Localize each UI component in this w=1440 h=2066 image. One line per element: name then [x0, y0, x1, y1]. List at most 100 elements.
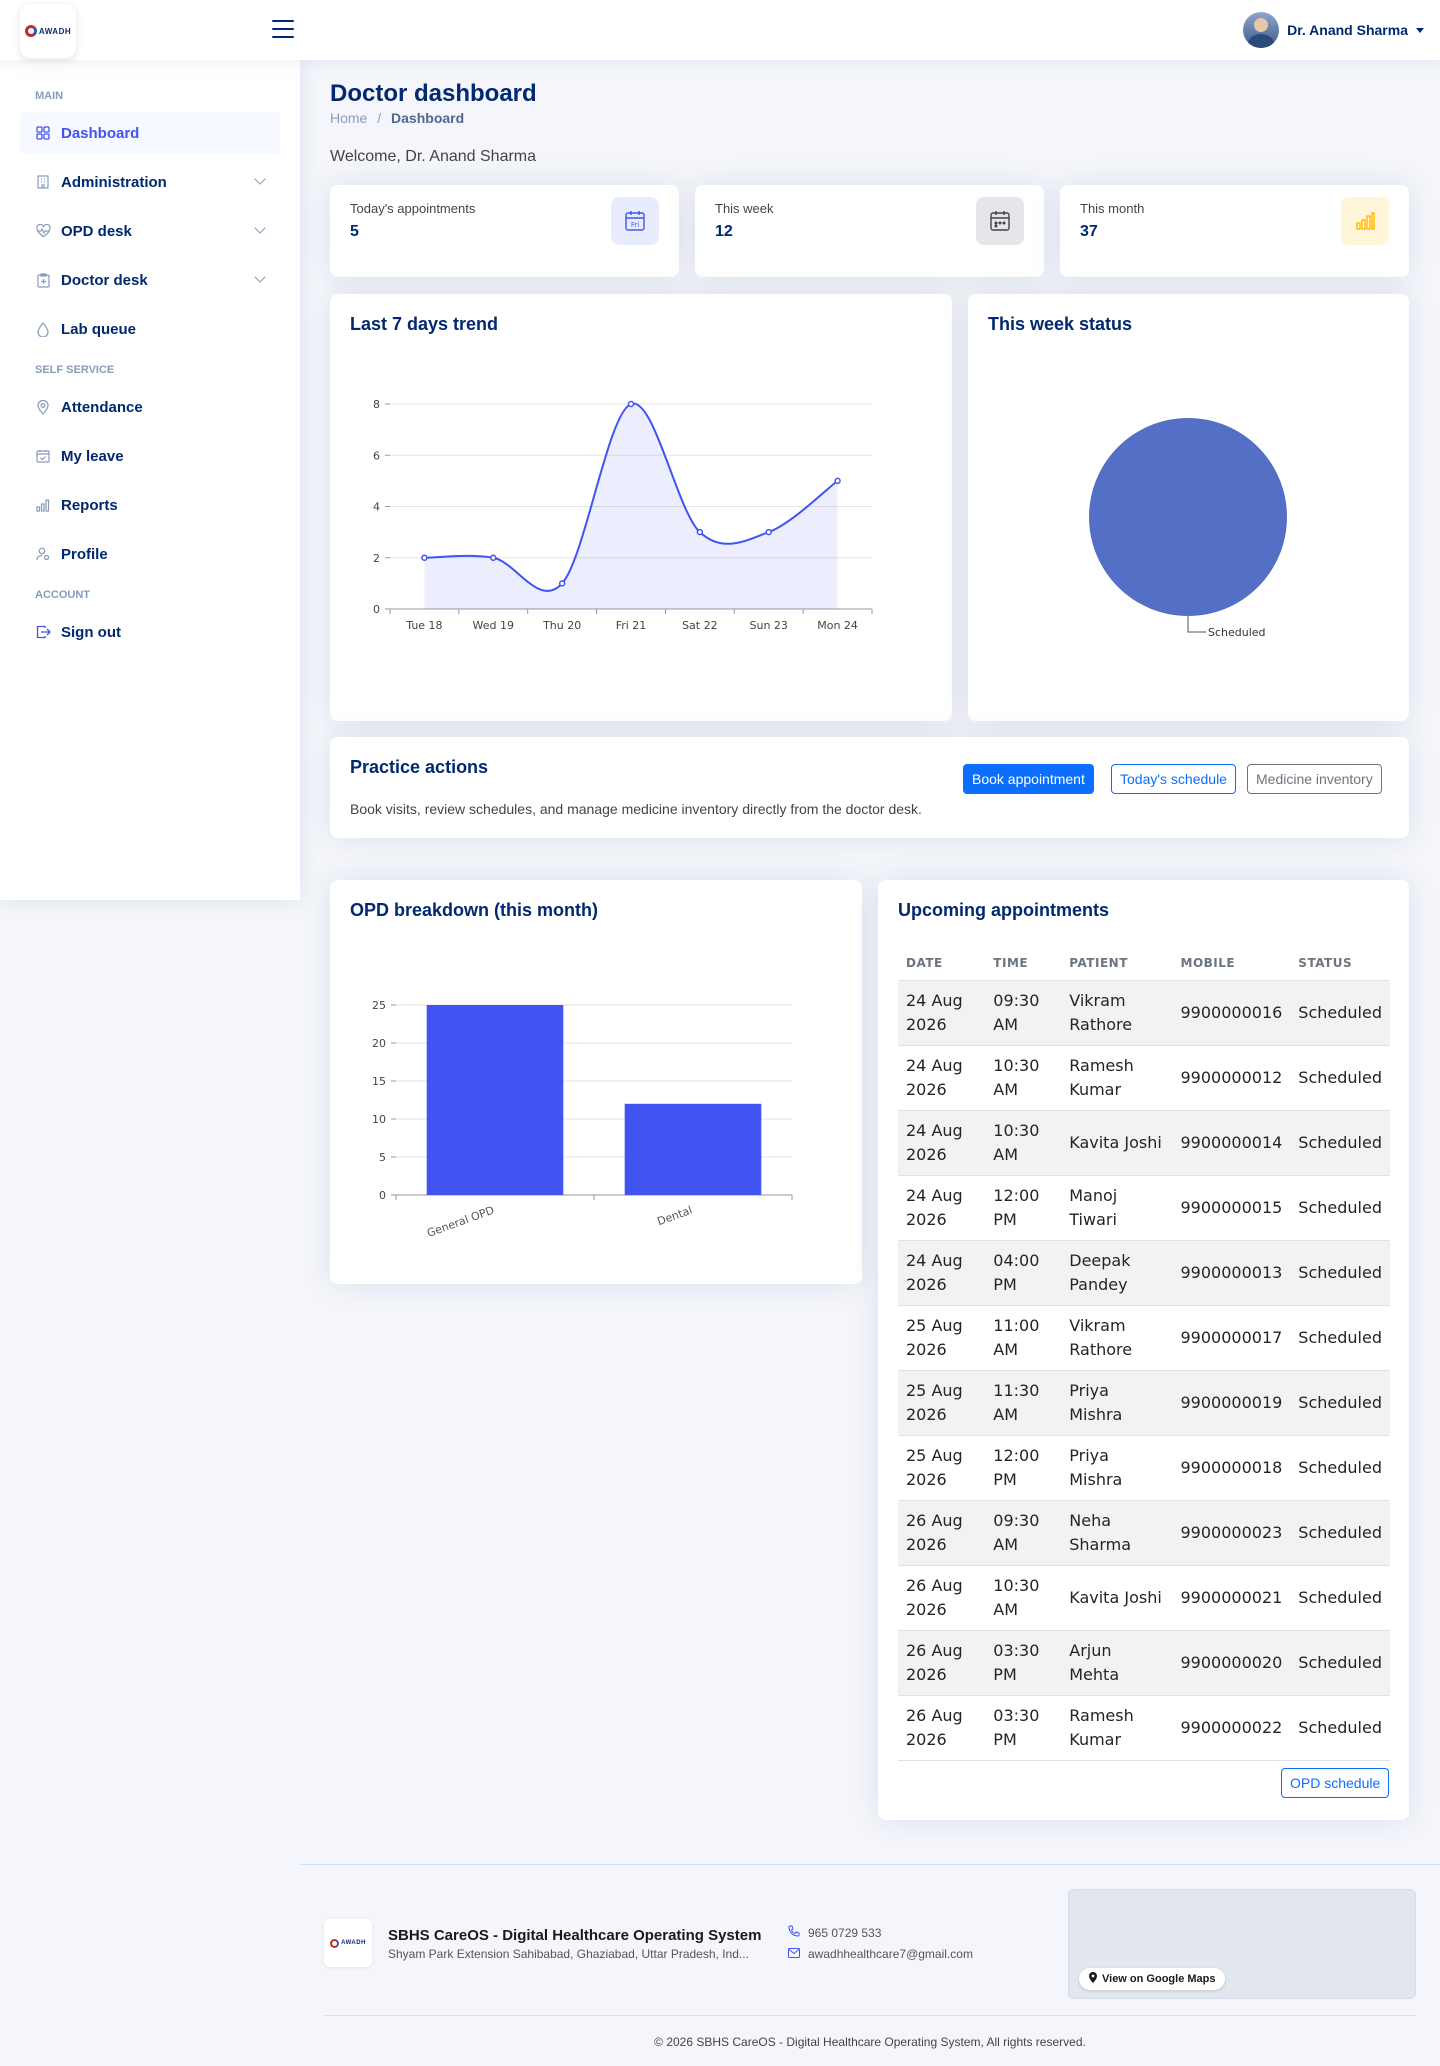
- map-pin-icon: [1089, 1972, 1097, 1986]
- table-cell: Scheduled: [1290, 1435, 1390, 1501]
- clipboard-icon: [35, 272, 51, 288]
- stat-label: This week: [715, 201, 774, 216]
- trend-point: [558, 580, 566, 587]
- footer-phone[interactable]: 965 0729 533: [788, 1925, 881, 1940]
- sidebar-item-administration[interactable]: Administration: [20, 161, 280, 203]
- table-cell: Arjun Mehta: [1061, 1630, 1173, 1696]
- table-row[interactable]: 24 Aug 2026 12:00 PM Manoj Tiwari 990000001…: [898, 1175, 1390, 1241]
- sidebar-item-my-leave[interactable]: My leave: [20, 435, 280, 477]
- bar: [624, 1103, 762, 1195]
- sidebar: MAIN Dashboard Administration OPD desk D…: [0, 60, 300, 900]
- table-cell: 12:00 PM: [985, 1175, 1062, 1241]
- sidebar-item-attendance[interactable]: Attendance: [20, 386, 280, 428]
- opd-breakdown-card: OPD breakdown (this month) 0 5 10 15 20 25 Gen…: [330, 880, 862, 1284]
- table-cell: 9900000019: [1172, 1370, 1291, 1436]
- menu-toggle-icon[interactable]: [272, 20, 294, 38]
- table-cell: Kavita Joshi: [1061, 1110, 1173, 1176]
- sidebar-item-profile[interactable]: Profile: [20, 533, 280, 575]
- table-cell: Manoj Tiwari: [1061, 1175, 1173, 1241]
- welcome-text: Welcome, Dr. Anand Sharma: [330, 148, 537, 165]
- stat-card-month: This month 37: [1060, 185, 1409, 277]
- chevron-down-icon: [254, 173, 266, 185]
- trend-point: [490, 554, 497, 561]
- x-tick-label: Thu 20: [542, 619, 581, 632]
- table-row[interactable]: 26 Aug 2026 10:30 AM Kavita Joshi 990000002…: [898, 1565, 1390, 1631]
- view-on-google-maps-button[interactable]: View on Google Maps: [1079, 1968, 1226, 1990]
- table-cell: 10:30 AM: [985, 1045, 1062, 1111]
- building-icon: [35, 174, 51, 190]
- todays-schedule-button[interactable]: Today's schedule: [1111, 764, 1236, 794]
- practice-actions-card: Practice actions Book visits, review sch…: [330, 737, 1409, 838]
- table-cell: Scheduled: [1290, 1695, 1390, 1761]
- table-cell: Scheduled: [1290, 1305, 1390, 1371]
- trend-point: [421, 554, 428, 561]
- logo-text: AWADH: [341, 1940, 366, 1946]
- table-header-cell: STATUS: [1290, 946, 1390, 981]
- page-title: Doctor dashboard: [330, 80, 537, 107]
- table-cell: 24 Aug 2026: [898, 1175, 986, 1241]
- stat-card-week: This week 12: [695, 185, 1044, 277]
- table-row[interactable]: 26 Aug 2026 03:30 PM Arjun Mehta 9900000020…: [898, 1630, 1390, 1696]
- trend-card: Last 7 days trend 0 2 4 6 8 Tue 18 Wed 19 Thu 2…: [330, 294, 952, 721]
- grid-icon: [35, 125, 51, 141]
- nav-heading-main: MAIN: [35, 90, 64, 102]
- table-row[interactable]: 26 Aug 2026 03:30 PM Ramesh Kumar 990000002…: [898, 1695, 1390, 1761]
- y-tick-label: 6: [373, 449, 380, 462]
- breadcrumb-separator: /: [377, 110, 382, 126]
- phone-icon: [788, 1925, 800, 1940]
- logo-mark: AWADH: [330, 1938, 366, 1948]
- sidebar-item-lab-queue[interactable]: Lab queue: [20, 308, 280, 350]
- table-cell: 9900000013: [1172, 1240, 1291, 1306]
- trend-point: [696, 528, 704, 536]
- sidebar-item-sign-out[interactable]: Sign out: [20, 611, 280, 653]
- medicine-inventory-button[interactable]: Medicine inventory: [1247, 764, 1382, 794]
- table-cell: 04:00 PM: [985, 1240, 1062, 1306]
- pie-label-leader: [1187, 616, 1206, 633]
- sidebar-item-label: Doctor desk: [61, 271, 148, 289]
- table-header-cell: PATIENT: [1061, 946, 1173, 981]
- x-tick-label: Wed 19: [473, 619, 514, 632]
- sidebar-item-reports[interactable]: Reports: [20, 484, 280, 526]
- opd-schedule-button[interactable]: OPD schedule: [1281, 1768, 1390, 1798]
- footer-org-name: SBHS CareOS - Digital Healthcare Operati…: [388, 1927, 762, 1944]
- footer-phone-text: 965 0729 533: [808, 1925, 882, 1940]
- table-row[interactable]: 24 Aug 2026 09:30 AM Vikram Rathore 9900000…: [898, 980, 1390, 1046]
- pie-slice: [1089, 418, 1287, 616]
- table-row[interactable]: 26 Aug 2026 09:30 AM Neha Sharma 9900000023…: [898, 1500, 1390, 1566]
- table-row[interactable]: 24 Aug 2026 10:30 AM Ramesh Kumar 990000001…: [898, 1045, 1390, 1111]
- table-cell: Scheduled: [1290, 1045, 1390, 1111]
- card-title: Practice actions: [350, 757, 489, 777]
- heart-pulse-icon: [35, 223, 51, 239]
- table-row[interactable]: 25 Aug 2026 11:00 AM Vikram Rathore 9900000…: [898, 1305, 1390, 1371]
- table-row[interactable]: 24 Aug 2026 04:00 PM Deepak Pandey 99000000…: [898, 1240, 1390, 1306]
- table-cell: 9900000012: [1172, 1045, 1291, 1111]
- bar-chart-icon: [35, 497, 51, 513]
- sidebar-item-dashboard[interactable]: Dashboard: [20, 112, 280, 154]
- book-appointment-button[interactable]: Book appointment: [963, 764, 1094, 794]
- table-row[interactable]: 25 Aug 2026 11:30 AM Priya Mishra 990000001…: [898, 1370, 1390, 1436]
- footer-address: Shyam Park Extension Sahibabad, Ghaziaba…: [388, 1947, 749, 1961]
- table-cell: 25 Aug 2026: [898, 1370, 986, 1436]
- app-logo[interactable]: AWADH: [20, 4, 76, 58]
- table-cell: 12:00 PM: [985, 1435, 1062, 1501]
- x-tick-label: Fri 21: [616, 619, 647, 632]
- y-tick-label: 20: [372, 1037, 386, 1050]
- table-cell: 09:30 AM: [985, 1500, 1062, 1566]
- caret-down-icon: [1416, 27, 1424, 33]
- profile-name: Dr. Anand Sharma: [1287, 22, 1408, 38]
- table-row[interactable]: 25 Aug 2026 12:00 PM Priya Mishra 990000001…: [898, 1435, 1390, 1501]
- trend-point: [834, 477, 841, 485]
- table-row[interactable]: 24 Aug 2026 10:30 AM Kavita Joshi 990000001…: [898, 1110, 1390, 1176]
- profile-dropdown[interactable]: Dr. Anand Sharma: [1243, 12, 1424, 48]
- sidebar-item-label: OPD desk: [61, 222, 132, 240]
- sidebar-item-opd-desk[interactable]: OPD desk: [20, 210, 280, 252]
- footer-email[interactable]: awadhhealthcare7@gmail.com: [788, 1947, 973, 1961]
- table-cell: 25 Aug 2026: [898, 1305, 986, 1371]
- chevron-down-icon: [254, 271, 266, 283]
- table-cell: 9900000020: [1172, 1630, 1291, 1696]
- footer-map[interactable]: View on Google Maps: [1068, 1889, 1416, 1999]
- x-tick-label: Dental: [655, 1204, 694, 1229]
- table-cell: Ramesh Kumar: [1061, 1695, 1173, 1761]
- breadcrumb-home[interactable]: Home: [330, 110, 367, 126]
- sidebar-item-doctor-desk[interactable]: Doctor desk: [20, 259, 280, 301]
